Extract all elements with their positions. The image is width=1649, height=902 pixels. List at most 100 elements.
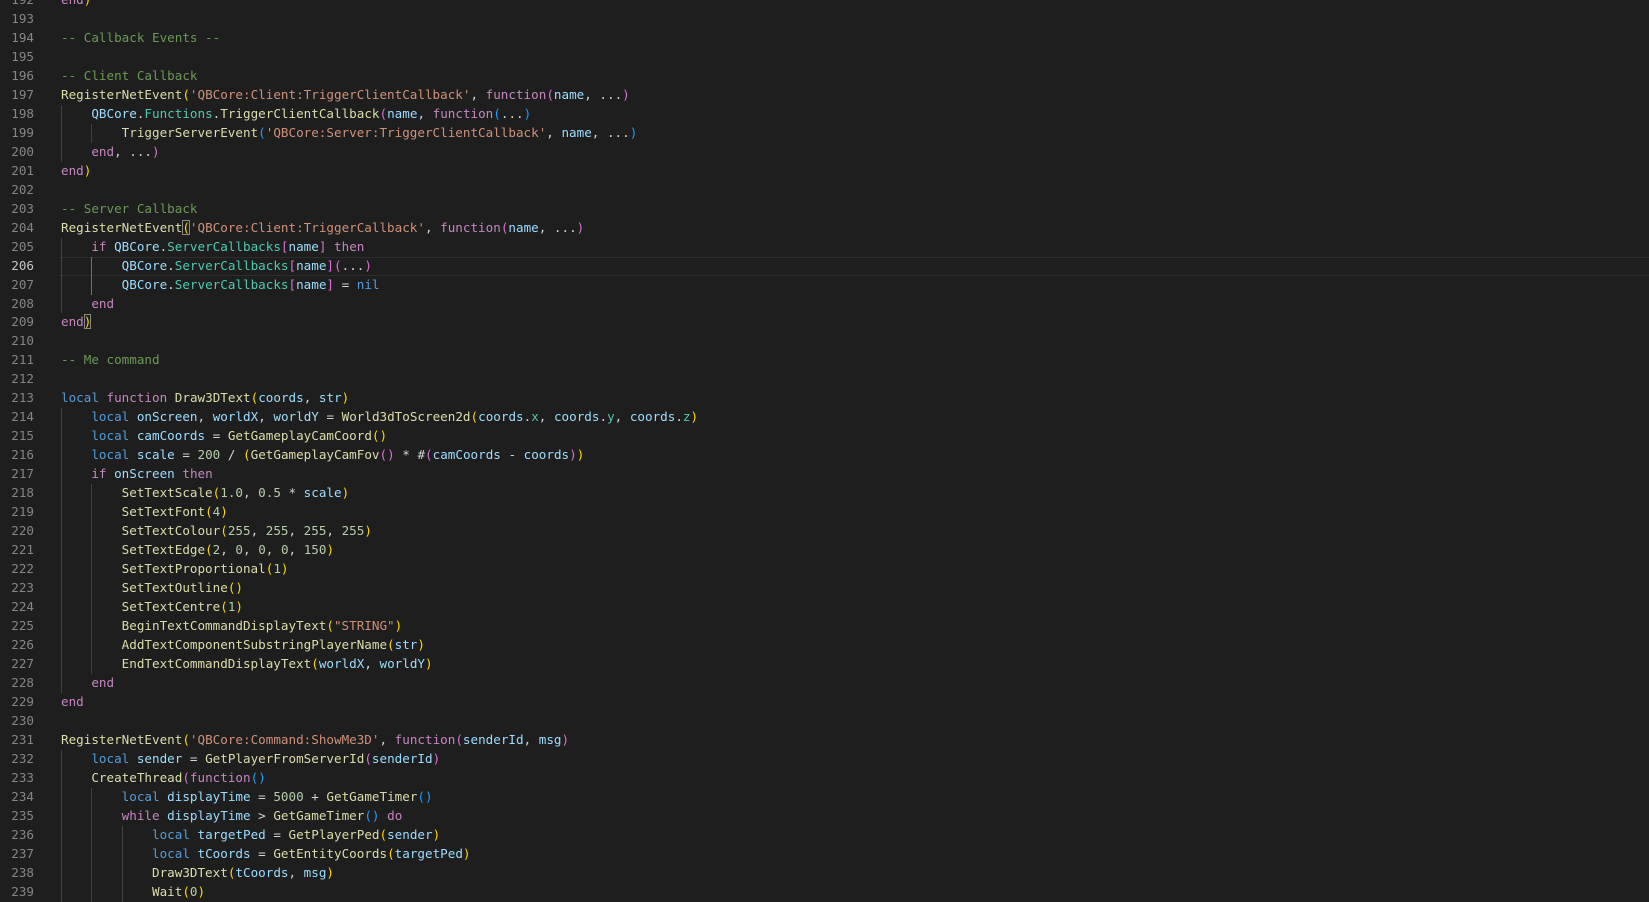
- line-number: 238: [11, 864, 34, 880]
- code-line[interactable]: 202: [0, 181, 1649, 200]
- line-number: 214: [11, 409, 34, 425]
- token-bracket-2: (: [379, 105, 388, 121]
- token-variable: str: [394, 636, 418, 652]
- code-line[interactable]: 231 RegisterNetEvent('QBCore:Command:Show…: [0, 731, 1649, 750]
- code-line[interactable]: 193: [0, 10, 1649, 29]
- code-line[interactable]: 203 -- Server Callback: [0, 200, 1649, 219]
- token-variable: senderId: [462, 731, 524, 747]
- token-keyword: nil: [356, 276, 380, 292]
- token-variable: onScreen: [114, 466, 175, 482]
- code-line[interactable]: 227 EndTextCommandDisplayText(worldX, wor…: [0, 654, 1649, 674]
- token-operator: =: [174, 447, 198, 463]
- token-control: function: [106, 390, 168, 406]
- token-variable: worldY: [273, 409, 319, 425]
- code-line[interactable]: 199 TriggerServerEvent('QBCore:Server:Tri…: [0, 123, 1649, 143]
- token-function: GetGameTimer: [326, 788, 418, 804]
- code-line[interactable]: 232 local sender = GetPlayerFromServerId(…: [0, 749, 1649, 769]
- token-operator: ,: [364, 655, 380, 671]
- line-code: end: [61, 295, 114, 314]
- token-control: function: [485, 86, 547, 102]
- line-number: 200: [11, 143, 34, 159]
- code-line[interactable]: 228 end: [0, 673, 1649, 693]
- code-line[interactable]: 224 SetTextCentre(1): [0, 598, 1649, 617]
- line-code: end): [61, 162, 91, 181]
- token-variable: name: [296, 276, 327, 292]
- code-line[interactable]: 209 end): [0, 313, 1649, 332]
- code-line[interactable]: 239 Wait(0): [0, 882, 1649, 902]
- line-code: -- Client Callback: [61, 67, 197, 86]
- code-line[interactable]: 225 BeginTextCommandDisplayText("STRING"): [0, 616, 1649, 636]
- token-variable: tCoords: [197, 845, 251, 861]
- code-editor[interactable]: 192 end) 193 194 -- Callback Events -- 195 196…: [0, 0, 1649, 902]
- token-function: GetPlayerFromServerId: [205, 750, 365, 766]
- token-string: "STRING": [333, 617, 395, 633]
- code-line[interactable]: 197 RegisterNetEvent('QBCore:Client:Trigg…: [0, 86, 1649, 105]
- code-line[interactable]: 200 end, ...): [0, 142, 1649, 162]
- code-line[interactable]: 211 -- Me command: [0, 351, 1649, 370]
- token-variable: coords: [258, 390, 304, 406]
- token-control: end: [91, 143, 115, 159]
- code-line[interactable]: 219 SetTextFont(4): [0, 503, 1649, 523]
- code-line[interactable]: 210: [0, 332, 1649, 351]
- code-line[interactable]: 194 -- Callback Events --: [0, 29, 1649, 48]
- token-bracket-1: (: [326, 617, 334, 633]
- code-line[interactable]: 222 SetTextProportional(1): [0, 560, 1649, 580]
- code-line[interactable]: 223 SetTextOutline(): [0, 579, 1649, 598]
- token-variable: scale: [303, 485, 342, 501]
- code-line[interactable]: 234 local displayTime = 5000 + GetGameTim…: [0, 787, 1649, 807]
- code-line[interactable]: 201 end): [0, 162, 1649, 181]
- token-function: SetTextProportional: [121, 561, 266, 577]
- code-line[interactable]: 195: [0, 48, 1649, 67]
- token-bracket-2: ): [576, 219, 585, 235]
- token-operator: =: [182, 750, 206, 766]
- code-line[interactable]: 233 CreateThread(function(): [0, 768, 1649, 788]
- code-line[interactable]: 206 QBCore.ServerCallbacks[name](...): [0, 256, 1649, 276]
- code-line[interactable]: 217 if onScreen then: [0, 465, 1649, 485]
- code-line[interactable]: 208 end: [0, 294, 1649, 314]
- token-bracket-1: ): [424, 655, 433, 671]
- code-line[interactable]: 207 QBCore.ServerCallbacks[name] = nil: [0, 275, 1649, 295]
- token-number: 0: [189, 883, 198, 899]
- line-number: 233: [11, 769, 34, 785]
- code-line[interactable]: 218 SetTextScale(1.0, 0.5 * scale): [0, 484, 1649, 504]
- token-operator: ,: [243, 542, 259, 558]
- token-number: 1.0: [220, 485, 243, 501]
- code-line[interactable]: 229 end: [0, 693, 1649, 712]
- code-line[interactable]: 198 QBCore.Functions.TriggerClientCallbac…: [0, 104, 1649, 124]
- code-line[interactable]: 221 SetTextEdge(2, 0, 0, 0, 150): [0, 541, 1649, 561]
- line-number: 216: [11, 447, 34, 463]
- token-bracket-1: (: [387, 636, 395, 652]
- code-line[interactable]: 192 end): [0, 0, 1649, 10]
- line-number: 239: [11, 883, 34, 899]
- token-bracket-1: ): [379, 428, 388, 444]
- line-code: -- Server Callback: [61, 200, 197, 219]
- token-operator: [129, 428, 137, 443]
- token-control: while: [121, 807, 160, 823]
- code-line[interactable]: 213 local function Draw3DText(coords, str…: [0, 389, 1649, 408]
- code-line[interactable]: 216 local scale = 200 / (GetGameplayCamFo…: [0, 446, 1649, 466]
- code-line[interactable]: 236 local targetPed = GetPlayerPed(sender…: [0, 825, 1649, 845]
- code-line[interactable]: 230: [0, 712, 1649, 731]
- code-line[interactable]: 226 AddTextComponentSubstringPlayerName(s…: [0, 635, 1649, 655]
- token-function: RegisterNetEvent: [61, 731, 183, 747]
- token-operator: [129, 447, 137, 462]
- token-control: if: [91, 238, 107, 254]
- token-bracket-1: (: [371, 428, 380, 444]
- code-line[interactable]: 238 Draw3DText(tCoords, msg): [0, 863, 1649, 883]
- code-line[interactable]: 204 RegisterNetEvent('QBCore:Client:Trigg…: [0, 219, 1649, 238]
- code-line[interactable]: 214 local onScreen, worldX, worldY = Worl…: [0, 408, 1649, 428]
- token-function: TriggerClientCallback: [220, 105, 380, 121]
- token-operator: ,: [243, 485, 259, 501]
- token-bracket-3: (: [493, 105, 501, 121]
- code-line[interactable]: 237 local tCoords = GetEntityCoords(targe…: [0, 844, 1649, 864]
- code-line[interactable]: 212: [0, 370, 1649, 389]
- code-line[interactable]: 196 -- Client Callback: [0, 67, 1649, 86]
- token-variable: QBCore: [121, 276, 168, 292]
- line-number: 201: [11, 162, 34, 178]
- token-bracket-3: (: [417, 788, 426, 804]
- code-line[interactable]: 235 while displayTime > GetGameTimer() do: [0, 806, 1649, 826]
- code-line[interactable]: 215 local camCoords = GetGameplayCamCoord…: [0, 427, 1649, 447]
- line-number: 204: [11, 219, 34, 235]
- code-line[interactable]: 205 if QBCore.ServerCallbacks[name] then: [0, 237, 1649, 257]
- code-line[interactable]: 220 SetTextColour(255, 255, 255, 255): [0, 522, 1649, 542]
